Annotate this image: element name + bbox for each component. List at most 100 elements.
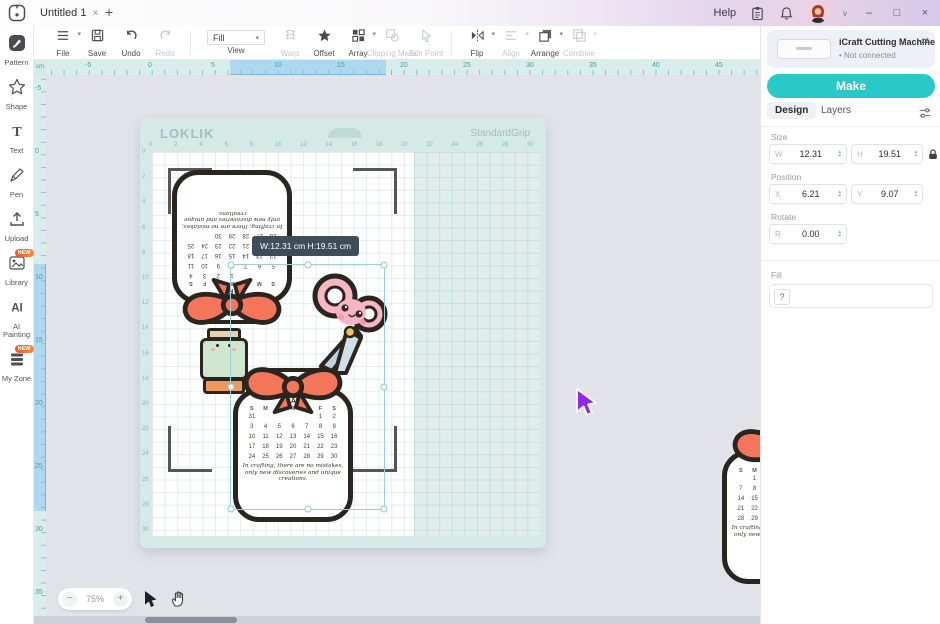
align-button: ▾Align bbox=[494, 28, 528, 58]
clipping-mask-icon bbox=[385, 28, 400, 48]
undo-icon bbox=[124, 28, 139, 48]
selection-handle-nw[interactable] bbox=[228, 262, 235, 269]
text-icon: T bbox=[8, 122, 26, 145]
canvas-workspace[interactable]: cm LOKLIK StandardGrip 00224466881010121… bbox=[34, 60, 760, 624]
ruler-label: 20 bbox=[35, 400, 43, 407]
calendar-day-cell: 23 bbox=[211, 241, 225, 249]
offset-button[interactable]: Offset bbox=[307, 28, 341, 58]
machine-card[interactable]: iCraft Cutting Machine • Not connected ⇄ bbox=[767, 30, 935, 68]
tab-layers[interactable]: Layers bbox=[813, 102, 859, 119]
selection-handle-se[interactable] bbox=[381, 506, 388, 513]
toolbar-divider bbox=[190, 31, 191, 55]
undo-button[interactable]: Undo bbox=[114, 28, 148, 58]
library-icon bbox=[8, 254, 26, 277]
view-mode-dropdown[interactable]: Fill▾View bbox=[207, 30, 265, 55]
width-stepper[interactable]: W12.31 ▴▾ bbox=[769, 144, 847, 164]
selection-handle-e[interactable] bbox=[381, 384, 388, 391]
sidebar-item-label: Library bbox=[5, 279, 28, 287]
sidebar-item-upload[interactable]: Upload bbox=[0, 210, 34, 243]
mat-ruler-label: 30 bbox=[527, 142, 534, 148]
flip-icon bbox=[470, 28, 485, 48]
fill-swatch[interactable]: ? bbox=[774, 289, 790, 305]
combine-icon bbox=[572, 28, 587, 48]
panel-divider bbox=[761, 126, 940, 127]
select-tool-icon[interactable] bbox=[144, 590, 160, 609]
zoom-controls: − 75% + bbox=[58, 588, 132, 610]
ruler-label: 10 bbox=[274, 62, 282, 69]
ruler-label: 35 bbox=[35, 589, 43, 596]
scrollbar-thumb[interactable] bbox=[145, 617, 237, 623]
document-tab[interactable]: Untitled 1 × bbox=[34, 0, 104, 26]
save-button[interactable]: Save bbox=[80, 28, 114, 58]
sidebar-item-library[interactable]: NEWLibrary bbox=[0, 254, 34, 287]
account-chevron-down-icon[interactable]: ∨ bbox=[842, 9, 848, 18]
position-x-stepper[interactable]: X6.21 ▴▾ bbox=[769, 184, 847, 204]
notifications-bell-icon[interactable] bbox=[779, 6, 794, 21]
sidebar-item-pattern[interactable]: Pattern bbox=[0, 34, 34, 67]
aspect-lock-icon[interactable] bbox=[927, 148, 939, 161]
stepper-arrows-icon[interactable]: ▴▾ bbox=[914, 190, 917, 198]
mat-ruler-label: 6 bbox=[225, 142, 228, 148]
zoom-out-button[interactable]: − bbox=[62, 592, 77, 607]
new-badge: NEW bbox=[15, 345, 34, 353]
my-zone-icon bbox=[8, 350, 26, 373]
height-stepper[interactable]: H19.51 ▴▾ bbox=[851, 144, 923, 164]
horizontal-scrollbar[interactable] bbox=[34, 616, 760, 624]
panel-sliders-icon[interactable] bbox=[918, 106, 932, 120]
window-maximize-button[interactable]: □ bbox=[890, 7, 904, 19]
mat-ruler-label: 26 bbox=[477, 142, 484, 148]
selection-handle-w[interactable] bbox=[228, 384, 235, 391]
zoom-in-button[interactable]: + bbox=[113, 592, 128, 607]
sidebar-item-pen[interactable]: Pen bbox=[0, 166, 34, 199]
flip-button[interactable]: ▾Flip bbox=[460, 28, 494, 58]
clipping-mask-button: Clipping Mask bbox=[375, 28, 409, 58]
sidebar-item-text[interactable]: TText bbox=[0, 122, 34, 155]
user-avatar[interactable] bbox=[808, 3, 828, 23]
selection-bounding-box[interactable] bbox=[230, 264, 385, 510]
toolbar-button-label: Flip bbox=[471, 49, 484, 58]
stepper-arrows-icon[interactable]: ▴▾ bbox=[838, 150, 841, 158]
window-close-button[interactable]: × bbox=[918, 7, 932, 19]
sidebar-item-shape[interactable]: Shape bbox=[0, 78, 34, 111]
window-minimize-button[interactable]: – bbox=[862, 7, 876, 19]
ruler-label: 40 bbox=[652, 62, 660, 69]
machine-image bbox=[777, 39, 831, 59]
selection-handle-n[interactable] bbox=[304, 262, 311, 269]
rotate-section-label: Rotate bbox=[771, 212, 796, 222]
mat-ruler-label: 14 bbox=[142, 325, 149, 331]
help-button[interactable]: Help bbox=[714, 7, 737, 19]
new-tab-button[interactable]: + bbox=[105, 4, 113, 20]
rotate-stepper[interactable]: R0.00 ▴▾ bbox=[769, 224, 847, 244]
stepper-arrows-icon[interactable]: ▴▾ bbox=[914, 150, 917, 158]
pan-hand-icon[interactable] bbox=[170, 589, 188, 608]
selection-handle-ne[interactable] bbox=[381, 262, 388, 269]
toolbar-button-label: Edit Point bbox=[409, 49, 443, 58]
view-dropdown-label: View bbox=[227, 46, 244, 55]
sidebar-item-my-zone[interactable]: NEWMy Zone bbox=[0, 350, 34, 383]
toolbar-button-label: Arrange bbox=[531, 49, 559, 58]
position-y-stepper[interactable]: Y9.07 ▴▾ bbox=[851, 184, 923, 204]
fill-field[interactable]: ? bbox=[769, 284, 933, 308]
sidebar-item-ai-painting[interactable]: AIAI Painting bbox=[0, 298, 34, 339]
toolbar-button-label: Array bbox=[348, 49, 367, 58]
machine-swap-icon[interactable]: ⇄ bbox=[921, 36, 929, 47]
home-icon[interactable] bbox=[7, 3, 27, 23]
mat-ruler-label: 6 bbox=[142, 225, 145, 231]
clipboard-icon[interactable] bbox=[750, 6, 765, 21]
selection-handle-sw[interactable] bbox=[228, 506, 235, 513]
arrange-button[interactable]: ▾Arrange bbox=[528, 28, 562, 58]
mat-ruler-label: 8 bbox=[142, 250, 145, 256]
toolbar-button-label: Align bbox=[502, 49, 520, 58]
make-button[interactable]: Make bbox=[767, 74, 935, 98]
position-section-label: Position bbox=[771, 172, 801, 182]
calendar-day-cell: 21 bbox=[239, 241, 253, 249]
file-button[interactable]: ▾File bbox=[46, 28, 80, 58]
tab-design[interactable]: Design bbox=[767, 102, 816, 119]
stepper-arrows-icon[interactable]: ▴▾ bbox=[838, 190, 841, 198]
ruler-label: 0 bbox=[148, 62, 152, 69]
ruler-label: 20 bbox=[400, 62, 408, 69]
calendar-jar-partial-right[interactable]: JUNE SMTWTFS 123456789101112131415161718… bbox=[722, 424, 760, 584]
selection-handle-s[interactable] bbox=[304, 506, 311, 513]
stepper-arrows-icon[interactable]: ▴▾ bbox=[838, 230, 841, 238]
tab-close-icon[interactable]: × bbox=[92, 8, 98, 19]
